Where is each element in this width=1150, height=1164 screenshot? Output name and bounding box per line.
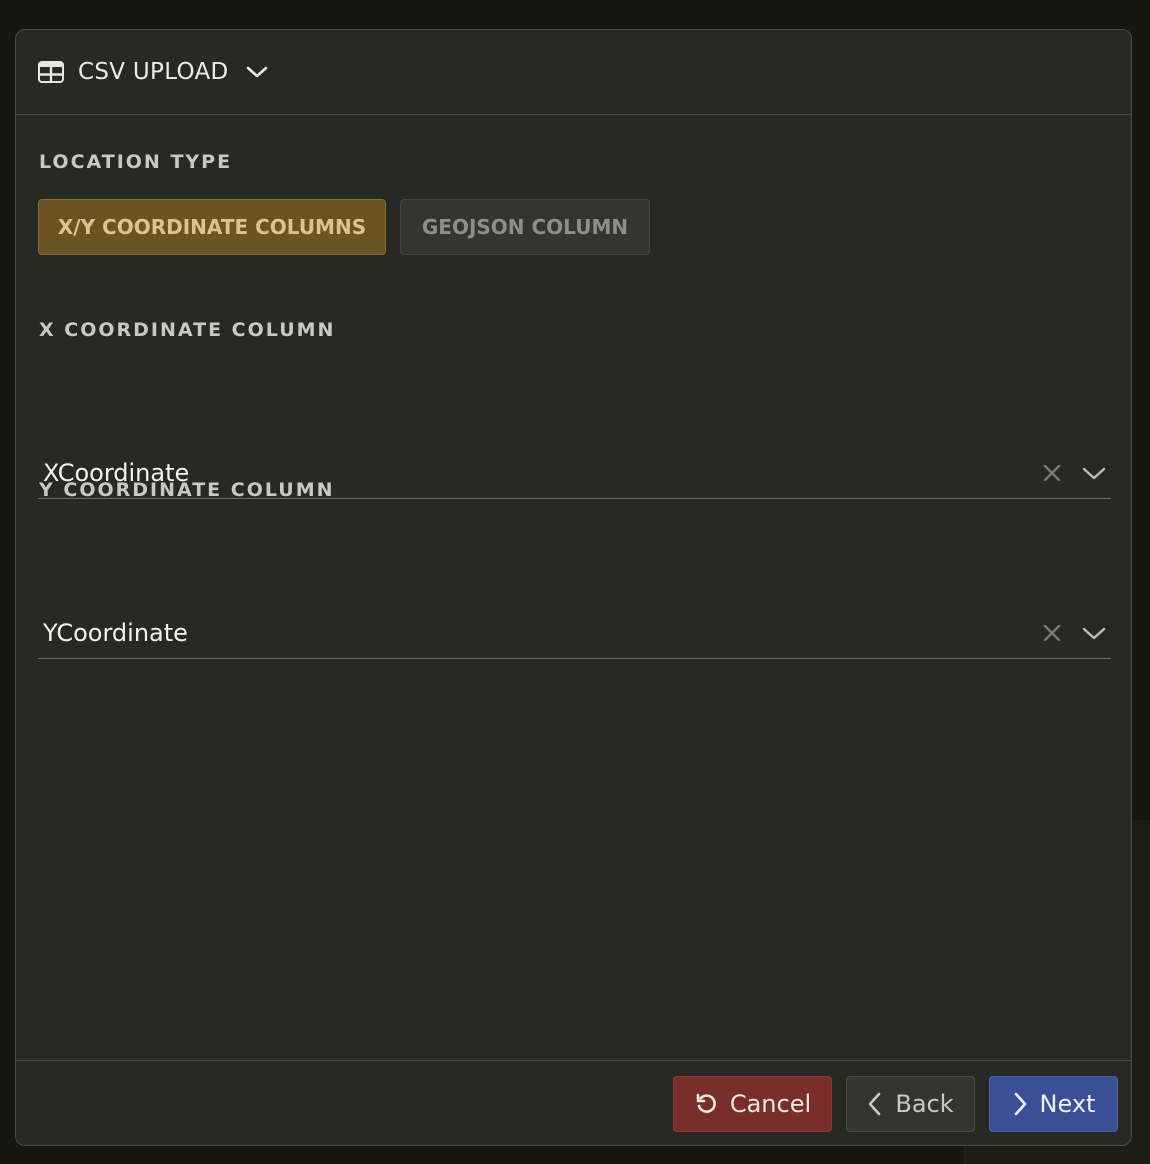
y-coordinate-value: YCoordinate	[43, 618, 188, 647]
chevron-down-icon[interactable]	[245, 64, 269, 80]
geojson-column-button[interactable]: GEOJSON COLUMN	[400, 199, 650, 255]
chevron-down-icon[interactable]	[1081, 620, 1107, 646]
cancel-button[interactable]: Cancel	[673, 1076, 832, 1132]
dialog-body: LOCATION TYPE X/Y COORDINATE COLUMNS GEO…	[16, 115, 1131, 1061]
clear-icon[interactable]	[1041, 622, 1063, 644]
xy-coordinate-columns-button[interactable]: X/Y COORDINATE COLUMNS	[38, 199, 386, 255]
back-button[interactable]: Back	[846, 1076, 975, 1132]
dialog-title: CSV UPLOAD	[78, 59, 229, 85]
cancel-button-label: Cancel	[729, 1090, 812, 1118]
x-coordinate-column-label: X COORDINATE COLUMN	[39, 319, 336, 341]
next-button[interactable]: Next	[989, 1076, 1118, 1132]
location-type-label: LOCATION TYPE	[39, 151, 233, 173]
dialog-footer: Cancel Back Next	[16, 1060, 1131, 1145]
clear-icon[interactable]	[1041, 462, 1063, 484]
y-coordinate-select[interactable]: YCoordinate	[38, 607, 1111, 659]
y-coordinate-column-label: Y COORDINATE COLUMN	[39, 479, 335, 501]
csv-upload-dialog: CSV UPLOAD LOCATION TYPE X/Y COORDINATE …	[15, 29, 1132, 1146]
dialog-header[interactable]: CSV UPLOAD	[16, 30, 1131, 115]
back-button-label: Back	[895, 1090, 954, 1118]
chevron-down-icon[interactable]	[1081, 460, 1107, 486]
chevron-left-icon	[867, 1091, 883, 1117]
chevron-right-icon	[1012, 1091, 1028, 1117]
table-icon	[38, 61, 64, 83]
next-button-label: Next	[1039, 1090, 1096, 1118]
location-type-toggle: X/Y COORDINATE COLUMNS GEOJSON COLUMN	[38, 199, 650, 255]
undo-icon	[694, 1092, 718, 1116]
